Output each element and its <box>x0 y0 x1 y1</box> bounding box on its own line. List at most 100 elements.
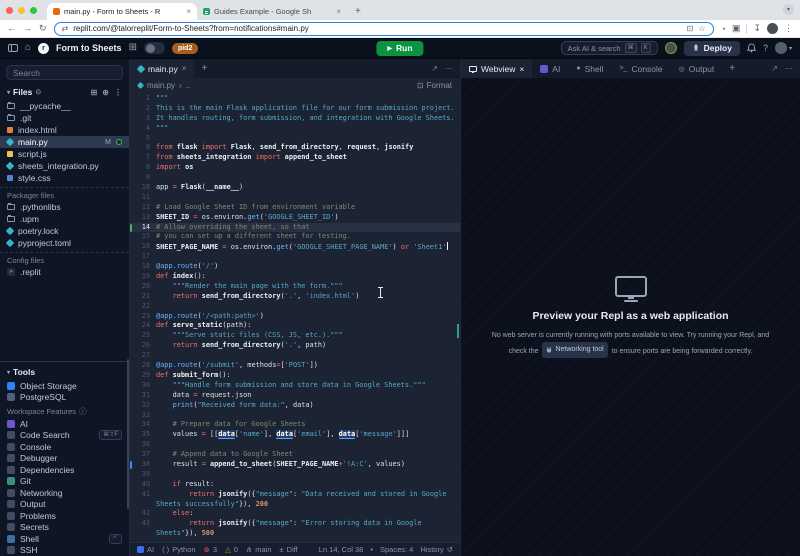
file-row[interactable]: style.css <box>0 172 129 184</box>
code-line[interactable]: 3It handles routing, form submission, an… <box>130 114 460 124</box>
apps-grid-icon[interactable]: ⊞ <box>129 43 137 53</box>
status-hist[interactable]: History↺ <box>420 545 453 554</box>
code-line[interactable]: 5 <box>130 134 460 144</box>
code-line[interactable]: 4""" <box>130 124 460 134</box>
status-spaces[interactable]: Spaces: 4 <box>380 545 413 554</box>
online-avatar[interactable] <box>665 42 677 54</box>
deploy-button[interactable]: Deploy <box>684 41 740 56</box>
code-line[interactable]: 39 <box>130 470 460 480</box>
file-row[interactable]: sheets_integration.py <box>0 160 129 172</box>
code-line[interactable]: 10app = Flask(__name__) <box>130 183 460 193</box>
code-line[interactable]: 37 # Append data to Google Sheet <box>130 450 460 460</box>
forward-icon[interactable]: → <box>23 24 32 33</box>
search-input[interactable]: Search <box>6 65 123 80</box>
code-line[interactable]: 16SHEET_PAGE_NAME = os.environ.get('GOOG… <box>130 242 460 252</box>
code-line[interactable]: 23@app.route('/<path:path>') <box>130 312 460 322</box>
tool-item-networking[interactable]: Networking <box>0 487 129 499</box>
code-line[interactable]: 12# Load Google Sheet ID from environmen… <box>130 203 460 213</box>
file-row[interactable]: .upm <box>0 213 129 225</box>
tab-search-button[interactable]: ▾ <box>783 4 794 15</box>
tab-shell[interactable]: ●Shell <box>568 59 611 78</box>
bookmark-star-icon[interactable]: ☆ <box>698 24 705 33</box>
profile-icon[interactable]: ◔ <box>721 24 726 34</box>
code-line[interactable]: 25 """Serve static files (CSS, JS, etc.)… <box>130 331 460 341</box>
tool-item-shell[interactable]: Shell^` <box>0 533 129 545</box>
status-pos[interactable]: Ln 14, Col 38 <box>319 545 364 554</box>
tool-item-object-storage[interactable]: Object Storage <box>0 380 129 392</box>
bell-icon[interactable] <box>747 43 756 53</box>
file-row[interactable]: index.html <box>0 124 129 136</box>
info-icon[interactable]: ⓘ <box>79 406 87 417</box>
home-icon[interactable]: ⌂ <box>25 43 31 53</box>
new-pane-tab-button[interactable]: + <box>722 59 742 78</box>
code-line[interactable]: 42 else: <box>130 509 460 519</box>
new-tab-button[interactable]: + <box>347 6 369 20</box>
close-icon[interactable]: × <box>186 7 191 16</box>
tool-item-console[interactable]: Console <box>0 441 129 453</box>
pane-menu-icon[interactable]: ⋯ <box>785 64 793 73</box>
pid-badge[interactable]: pid2 <box>172 43 198 54</box>
tool-item-git[interactable]: Git <box>0 476 129 488</box>
url-text[interactable]: replit.com/@talorreplit/Form-to-Sheets?f… <box>73 24 681 33</box>
workspace-title[interactable]: Form to Sheets <box>56 43 122 53</box>
tool-item-code-search[interactable]: Code Search⌘⇧F <box>0 430 129 442</box>
code-line[interactable]: 19def index(): <box>130 272 460 282</box>
code-line[interactable]: 26 return send_from_directory('.', path) <box>130 341 460 351</box>
help-icon[interactable]: ? <box>763 43 768 53</box>
expand-pane-icon[interactable]: ↗ <box>771 64 778 73</box>
pane-menu-icon[interactable]: ⋯ <box>445 64 453 73</box>
code-line[interactable]: 36 <box>130 440 460 450</box>
file-row[interactable]: .pythonlibs <box>0 201 129 213</box>
code-line[interactable]: 6from flask import Flask, send_from_dire… <box>130 143 460 153</box>
code-line[interactable]: 32 print("Received form data:", data) <box>130 401 460 411</box>
ask-ai-search-input[interactable]: Ask AI & search ⌘ K <box>561 41 658 55</box>
code-line[interactable]: 7from sheets_integration import append_t… <box>130 153 460 163</box>
tool-item-ssh[interactable]: SSH <box>0 545 129 556</box>
code-area[interactable]: 1"""2This is the main Flask application … <box>130 92 460 542</box>
status-warn[interactable]: △0 <box>225 545 238 554</box>
files-section-header[interactable]: ▾ Files ⊙ ⊞ ⊕ ⋮ <box>0 84 129 100</box>
browser-avatar[interactable] <box>767 23 778 34</box>
file-row[interactable]: >.replit <box>0 266 129 278</box>
code-line[interactable]: 29def submit_form(): <box>130 371 460 381</box>
code-line[interactable]: 15# you can set up a different sheet for… <box>130 232 460 242</box>
code-line[interactable]: 41 return jsonify({"message": "Data rece… <box>130 490 460 500</box>
new-file-icon[interactable]: ⊞ <box>91 88 98 97</box>
code-line[interactable]: 9 <box>130 173 460 183</box>
code-line[interactable]: 1""" <box>130 94 460 104</box>
breadcrumb-rest[interactable]: .. <box>186 81 190 90</box>
back-icon[interactable]: ← <box>7 24 16 33</box>
status-ai[interactable]: AI <box>137 545 154 554</box>
download-icon[interactable]: ↧ <box>753 23 761 34</box>
tool-item-problems[interactable]: Problems <box>0 510 129 522</box>
browser-tab[interactable]: Guides Example - Google Sh× <box>197 3 347 20</box>
format-button[interactable]: ⊡ Format <box>417 81 452 90</box>
code-line[interactable]: 11 <box>130 193 460 203</box>
code-line[interactable]: 22 <box>130 302 460 312</box>
code-line[interactable]: 8import os <box>130 163 460 173</box>
networking-tool-badge[interactable]: Networking tool <box>542 342 607 357</box>
code-line[interactable]: 34 # Prepare data for Google Sheets <box>130 420 460 430</box>
code-line[interactable]: 40 if result: <box>130 480 460 490</box>
code-line[interactable]: 17 <box>130 252 460 262</box>
code-line[interactable]: 14# Allow overriding the sheet, so that <box>130 223 460 233</box>
tab-ai[interactable]: AI <box>532 59 568 78</box>
tab-webview[interactable]: Webview× <box>461 59 532 78</box>
tools-section-header[interactable]: ▾ Tools <box>0 364 129 380</box>
replit-logo[interactable]: r <box>38 43 49 54</box>
extensions-icon[interactable]: ▣ <box>732 23 741 34</box>
status-lang[interactable]: ( )Python <box>162 545 195 554</box>
sidebar-scrollbar[interactable] <box>127 359 129 509</box>
reload-icon[interactable]: ↻ <box>39 24 47 33</box>
status-dot[interactable]: • <box>370 545 373 554</box>
run-button[interactable]: ▶ Run <box>376 41 423 56</box>
code-line[interactable]: 13SHEET_ID = os.environ.get('GOOGLE_SHEE… <box>130 213 460 223</box>
new-editor-tab-button[interactable]: + <box>194 59 214 78</box>
tool-item-output[interactable]: Output <box>0 499 129 511</box>
status-diff[interactable]: ±Diff <box>280 545 298 554</box>
user-menu[interactable]: ▾ <box>775 42 792 54</box>
install-icon[interactable]: ⊡ <box>687 24 694 33</box>
tab-main-py[interactable]: main.py × <box>130 59 194 78</box>
sidebar-toggle-icon[interactable] <box>8 44 18 52</box>
file-row[interactable]: pyproject.toml <box>0 237 129 249</box>
